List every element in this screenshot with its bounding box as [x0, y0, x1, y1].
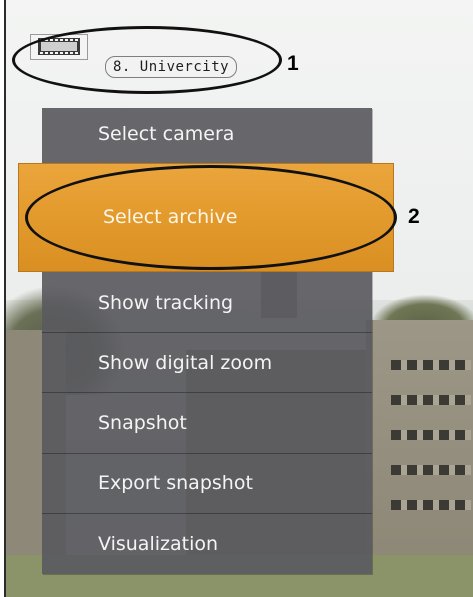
video-window-row — [391, 465, 471, 475]
video-window-row — [391, 395, 471, 405]
menu-item-visualization[interactable]: Visualization — [42, 518, 372, 570]
menu-item-select-camera[interactable]: Select camera — [42, 108, 372, 160]
menu-item-export-snapshot[interactable]: Export snapshot — [42, 457, 372, 509]
video-window-row — [391, 430, 471, 440]
callout-ellipse — [25, 165, 397, 270]
menu-separator — [42, 392, 372, 393]
callout-number: 1 — [287, 52, 299, 75]
video-window-row — [391, 500, 471, 510]
callout-ellipse — [12, 26, 282, 94]
screenshot-root: 8. Univercity 1 Select camera Select arc… — [0, 0, 473, 597]
menu-separator — [42, 453, 372, 454]
menu-item-show-digital-zoom[interactable]: Show digital zoom — [42, 337, 372, 389]
menu-item-show-tracking[interactable]: Show tracking — [42, 277, 372, 329]
menu-separator — [42, 513, 372, 514]
callout-number: 2 — [408, 205, 420, 228]
menu-item-snapshot[interactable]: Snapshot — [42, 397, 372, 449]
video-window-row — [391, 360, 471, 370]
menu-separator — [42, 332, 372, 333]
